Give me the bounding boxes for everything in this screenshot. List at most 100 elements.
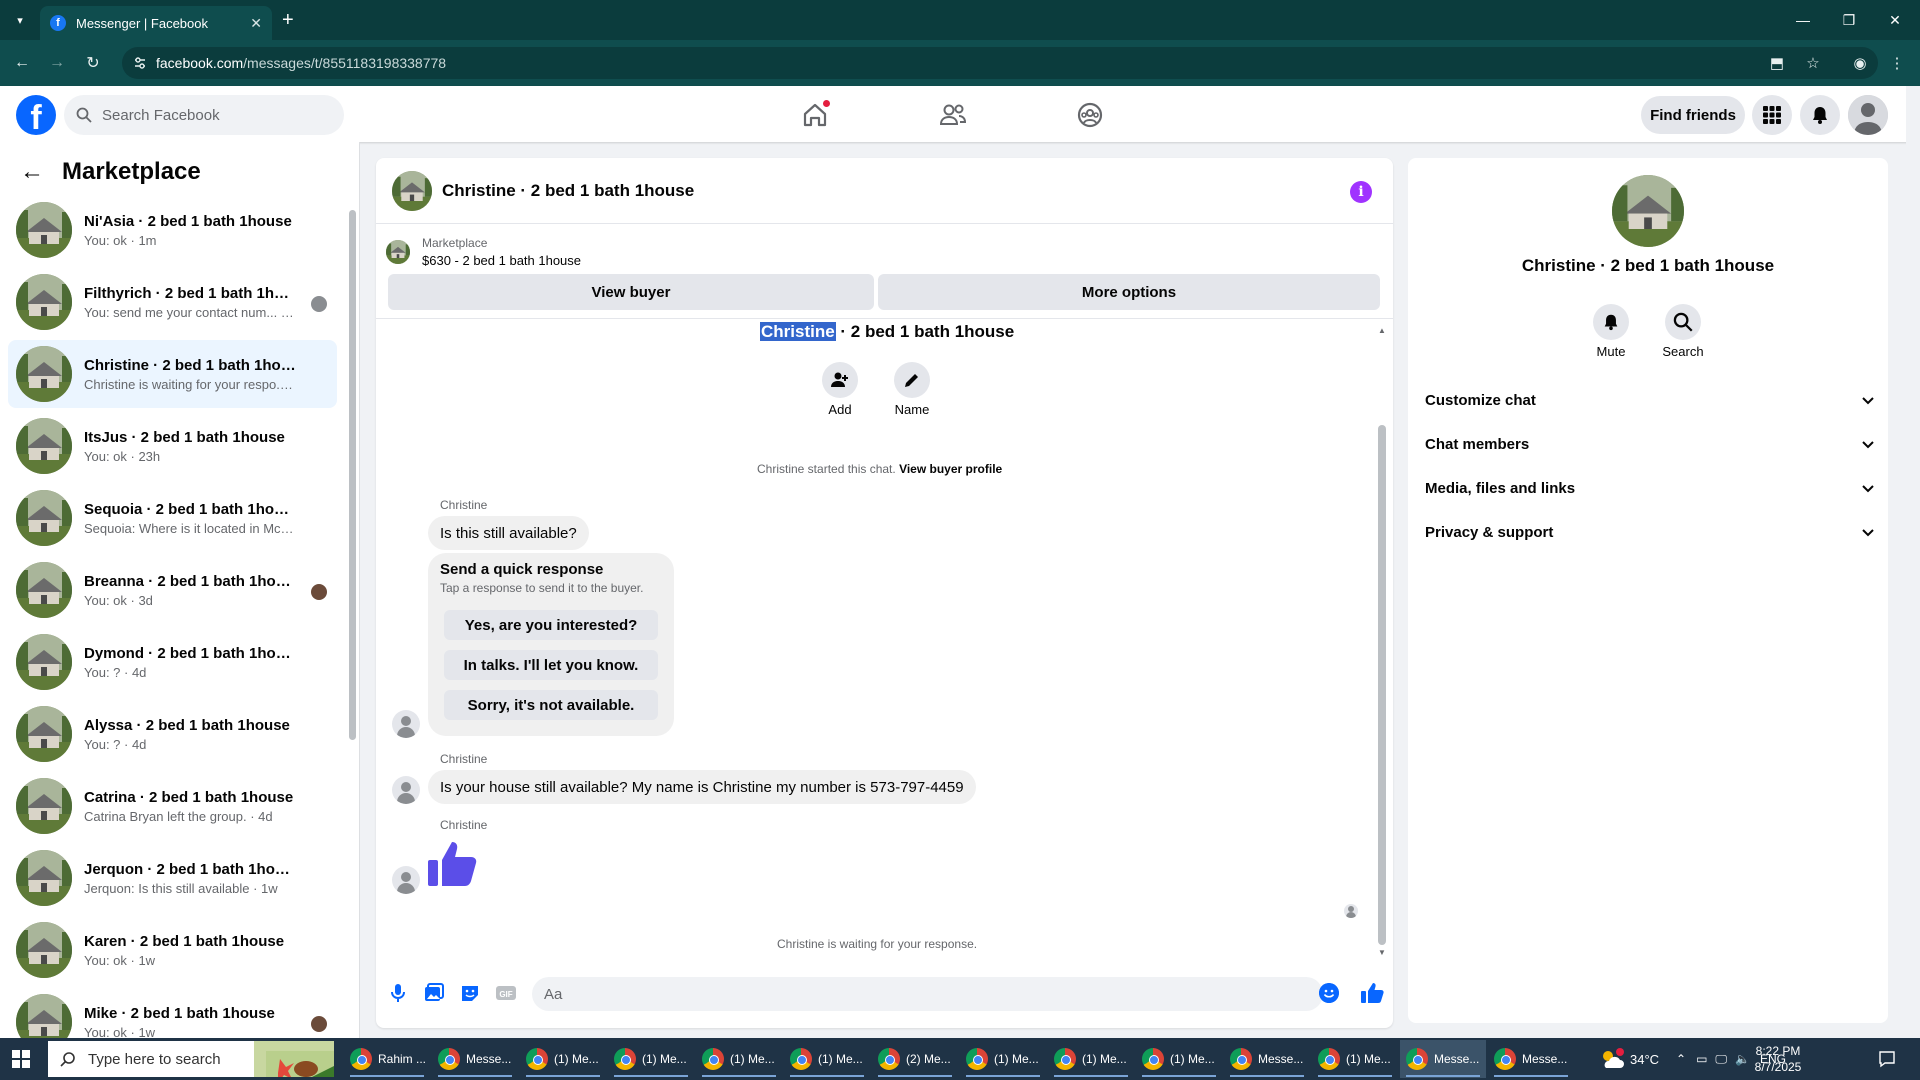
gif-icon[interactable]: GIF [495,982,517,1004]
listing-title[interactable]: $630 - 2 bed 1 bath 1house [422,252,581,270]
browser-tab-messenger[interactable]: f Messenger | Facebook ✕ [40,6,272,40]
conversation-item[interactable]: Breanna · 2 bed 1 bath 1house You: ok · 3… [8,556,337,624]
conversation-preview: You: ? · 4d [84,736,147,752]
conversation-item[interactable]: ItsJus · 2 bed 1 bath 1house You: ok · 23… [8,412,337,480]
conversation-item[interactable]: Christine · 2 bed 1 bath 1house Christine… [8,340,337,408]
new-tab-button[interactable]: + [282,8,294,32]
taskbar-app-button[interactable]: Messe... [432,1040,518,1078]
microphone-icon[interactable] [387,982,409,1004]
find-friends-button[interactable]: Find friends [1641,96,1745,134]
message-bubble[interactable]: Is your house still available? My name i… [428,770,976,804]
url-field[interactable]: facebook.com/messages/t/8551183198338778 [122,47,1878,79]
message-bubble[interactable]: Is this still available? [428,516,589,550]
privacy-support-section[interactable]: Privacy & support [1425,512,1875,552]
taskbar-app-button[interactable]: (1) Me... [696,1040,782,1078]
message-input[interactable]: Aa [532,977,1323,1011]
taskbar-app-button[interactable]: (2) Me... [872,1040,958,1078]
reload-button[interactable]: ↻ [80,50,106,76]
facebook-search-input[interactable]: Search Facebook [64,95,344,135]
back-button[interactable]: ← [9,50,35,76]
quick-reply-yes[interactable]: Yes, are you interested? [444,610,658,640]
facebook-logo[interactable]: f [16,95,56,135]
chat-members-section[interactable]: Chat members [1425,424,1875,464]
conversation-item[interactable]: Jerquon · 2 bed 1 bath 1house Jerquon: Is… [8,844,337,912]
sender-avatar[interactable] [392,710,420,738]
sticker-icon[interactable] [459,982,481,1004]
page-scrollbar[interactable] [1906,86,1920,1038]
mute-button[interactable] [1593,304,1629,340]
conversation-item[interactable]: Dymond · 2 bed 1 bath 1house You: ? · 4d [8,628,337,696]
network-icon[interactable]: 🖵 [1715,1052,1727,1067]
media-files-links-section[interactable]: Media, files and links [1425,468,1875,508]
account-avatar[interactable] [1848,95,1888,135]
sender-avatar[interactable] [392,866,420,894]
photo-icon[interactable] [423,982,445,1004]
conversation-item[interactable]: Karen · 2 bed 1 bath 1house You: ok · 1w [8,916,337,984]
taskbar-app-button[interactable]: (1) Me... [1048,1040,1134,1078]
windows-start-icon[interactable] [12,1050,30,1068]
conversation-item[interactable]: Alyssa · 2 bed 1 bath 1house You: ? · 4d [8,700,337,768]
quick-reply-in-talks[interactable]: In talks. I'll let you know. [444,650,658,680]
menu-grid-button[interactable] [1752,95,1792,135]
taskbar-app-button[interactable]: Messe... [1400,1040,1486,1078]
taskbar-app-button[interactable]: (1) Me... [784,1040,870,1078]
tab-search-button[interactable]: ▾ [8,8,32,32]
quick-response-title: Send a quick response [440,561,604,578]
chat-header-name[interactable]: Christine · 2 bed 1 bath 1house [442,181,694,201]
conversation-item[interactable]: Catrina · 2 bed 1 bath 1house Catrina Bry… [8,772,337,840]
install-app-icon[interactable]: ⬒ [1766,52,1788,74]
taskbar-app-button[interactable]: (1) Me... [520,1040,606,1078]
restore-button[interactable]: ❐ [1826,0,1872,40]
weather-widget[interactable]: 34°C [1600,1038,1659,1080]
conversation-item[interactable]: Filthyrich · 2 bed 1 bath 1house You: sen… [8,268,337,336]
taskbar-app-button[interactable]: Rahim ... [344,1040,430,1078]
friends-icon[interactable] [938,100,968,130]
more-options-button[interactable]: More options [878,274,1380,310]
search-in-chat-button[interactable] [1665,304,1701,340]
sidebar-scrollbar[interactable] [349,210,356,740]
chat-avatar[interactable] [392,170,432,211]
view-buyer-button[interactable]: View buyer [388,274,874,310]
profile-icon[interactable]: ◉ [1849,52,1871,74]
scroll-down-arrow[interactable]: ▼ [1378,948,1386,957]
close-window-button[interactable]: ✕ [1872,0,1918,40]
taskbar-app-button[interactable]: (1) Me... [1136,1040,1222,1078]
conversation-item[interactable]: Ni'Asia · 2 bed 1 bath 1house You: ok · 1… [8,196,337,264]
notifications-button[interactable] [1800,95,1840,135]
conversation-preview: Sequoia: Where is it located in Mc... · … [84,520,296,536]
taskbar-app-button[interactable]: (1) Me... [960,1040,1046,1078]
add-people-button[interactable] [822,362,858,398]
taskbar-app-button[interactable]: Messe... [1488,1040,1574,1078]
bookmark-star-icon[interactable]: ☆ [1802,52,1824,74]
tab-close-icon[interactable]: ✕ [250,15,262,32]
taskbar-app-button[interactable]: (1) Me... [1312,1040,1398,1078]
taskbar-clock[interactable]: 8:22 PM 8/7/2025 [1748,1043,1808,1075]
scroll-up-arrow[interactable]: ▲ [1378,326,1386,335]
groups-icon[interactable] [1075,100,1105,130]
browser-menu-icon[interactable]: ⋮ [1886,52,1908,74]
like-send-icon[interactable] [1360,981,1384,1005]
back-arrow-icon[interactable]: ← [20,158,44,186]
notifications-center-icon[interactable] [1878,1050,1896,1068]
listing-thumbnail[interactable] [386,240,410,264]
battery-icon[interactable]: ▭ [1696,1052,1707,1066]
view-buyer-profile-link[interactable]: View buyer profile [899,462,1002,476]
taskbar-app-button[interactable]: Messe... [1224,1040,1310,1078]
emoji-icon[interactable] [1319,983,1339,1003]
quick-reply-not-available[interactable]: Sorry, it's not available. [444,690,658,720]
edit-name-button[interactable] [894,362,930,398]
info-icon[interactable]: i [1350,181,1372,203]
taskbar-search-input[interactable]: Type here to search [48,1041,334,1077]
contact-avatar[interactable] [1612,175,1684,247]
chrome-icon [350,1048,372,1070]
site-info-icon[interactable] [132,55,148,71]
taskbar-app-button[interactable]: (1) Me... [608,1040,694,1078]
minimize-button[interactable]: — [1780,0,1826,40]
forward-button[interactable]: → [44,50,70,76]
chevron-up-icon[interactable]: ⌃ [1676,1052,1686,1066]
thumbs-up-sticker-icon[interactable] [426,838,478,890]
conversation-item[interactable]: Sequoia · 2 bed 1 bath 1house Sequoia: Wh… [8,484,337,552]
sender-avatar[interactable] [392,776,420,804]
customize-chat-section[interactable]: Customize chat [1425,380,1875,420]
chat-scrollbar[interactable] [1378,425,1386,945]
